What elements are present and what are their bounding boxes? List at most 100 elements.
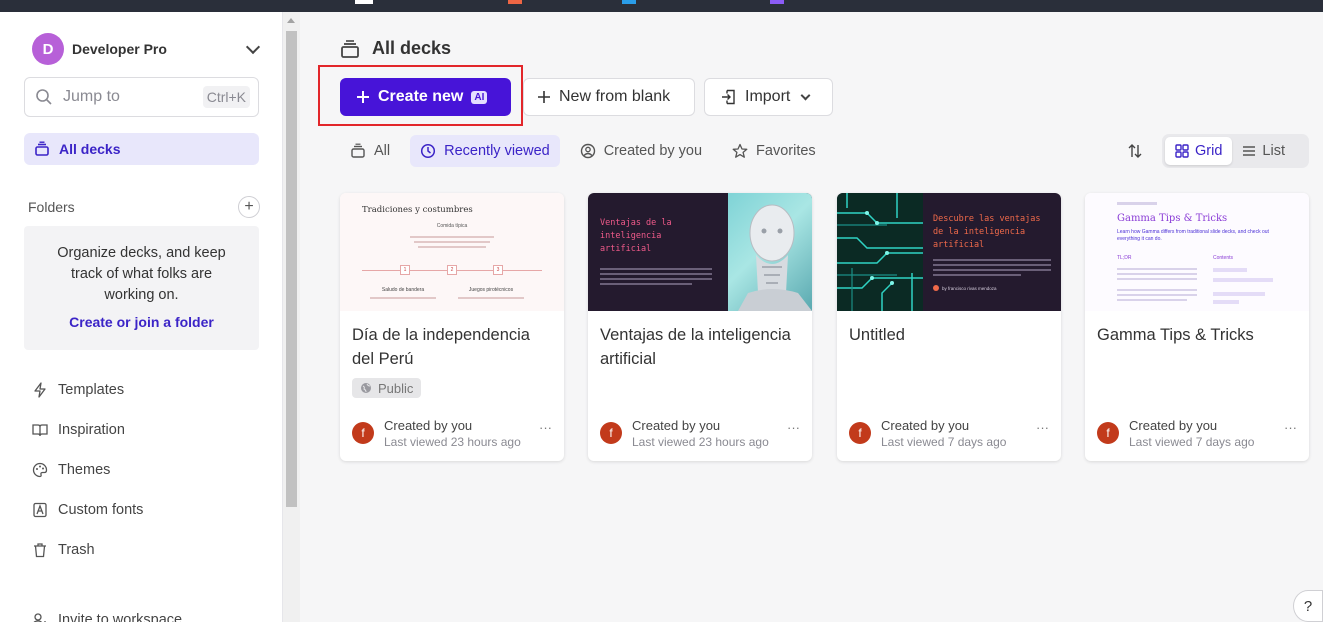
view-grid-button[interactable]: Grid: [1165, 137, 1233, 165]
last-viewed: Last viewed 7 days ago: [881, 434, 1007, 449]
add-folder-button[interactable]: +: [238, 196, 260, 218]
decks-icon: [35, 141, 49, 156]
star-icon: [732, 143, 748, 158]
create-folder-link[interactable]: Create or join a folder: [24, 314, 259, 330]
filter-label: All: [374, 143, 391, 159]
robot-image: [728, 193, 812, 311]
folders-label: Folders: [28, 199, 75, 215]
view-list-button[interactable]: List: [1232, 137, 1295, 165]
sidebar-item-label: Inspiration: [58, 422, 125, 438]
sidebar-item-inspiration[interactable]: Inspiration: [32, 419, 125, 441]
book-icon: [32, 424, 48, 437]
more-options-icon[interactable]: ···: [1036, 420, 1049, 435]
deck-card[interactable]: Gamma Tips & Tricks Learn how Gamma diff…: [1085, 193, 1309, 461]
sidebar-item-label: Templates: [58, 382, 125, 398]
deck-footer: f Created by you Last viewed 23 hours ag…: [600, 416, 800, 450]
last-viewed: Last viewed 7 days ago: [1129, 434, 1255, 449]
plus-icon: [538, 91, 550, 103]
avatar: f: [849, 422, 871, 444]
public-badge: Public: [352, 378, 422, 398]
page-title-text: All decks: [372, 38, 452, 58]
import-button[interactable]: Import: [704, 78, 833, 116]
help-button[interactable]: ?: [1293, 590, 1323, 622]
thumb-contents-list: [1213, 265, 1277, 308]
thumb-heading: Gamma Tips & Tricks: [1117, 213, 1228, 224]
search-placeholder: Jump to: [63, 88, 120, 105]
badge-label: Public: [378, 380, 414, 396]
thumb-paragraph-lines: [933, 256, 1051, 279]
filter-all[interactable]: All: [340, 135, 400, 167]
more-options-icon[interactable]: ···: [1284, 420, 1297, 435]
deck-footer: f Created by you Last viewed 7 days ago …: [849, 416, 1049, 450]
thumb-step: 3: [493, 265, 503, 275]
decks-icon: [351, 143, 365, 158]
list-icon: [1243, 146, 1256, 156]
view-list-label: List: [1262, 143, 1285, 159]
sidebar-item-templates[interactable]: Templates: [32, 379, 124, 401]
thumb-heading: Ventajas de la inteligencia artificial: [600, 218, 672, 254]
new-from-blank-button[interactable]: New from blank: [523, 78, 695, 116]
palette-icon: [32, 462, 48, 478]
sidebar-scrollbar[interactable]: [283, 12, 300, 622]
deck-card[interactable]: Descubre las ventajas de la inteligencia…: [837, 193, 1061, 461]
thumb-col-title: Saludo de bandera: [381, 287, 425, 293]
grid-icon: [1175, 144, 1189, 158]
page-title: All decks: [340, 38, 451, 59]
filter-recently-viewed[interactable]: Recently viewed: [410, 135, 560, 167]
avatar: f: [352, 422, 374, 444]
filter-label: Recently viewed: [444, 143, 550, 159]
deck-footer: f Created by you Last viewed 23 hours ag…: [352, 416, 552, 450]
sidebar-item-trash[interactable]: Trash: [32, 539, 95, 561]
sidebar-item-themes[interactable]: Themes: [32, 459, 110, 481]
thumb-line: [370, 297, 436, 299]
workspace-name: Developer Pro: [72, 41, 167, 57]
sidebar-item-invite[interactable]: Invite to workspace: [32, 609, 182, 622]
thumb-heading: Tradiciones y costumbres: [362, 205, 473, 215]
filter-created-by-you[interactable]: Created by you: [570, 135, 712, 167]
scroll-up-arrow[interactable]: [287, 18, 295, 23]
search-icon: [36, 89, 52, 105]
deck-thumbnail: Descubre las ventajas de la inteligencia…: [837, 193, 1061, 311]
last-viewed: Last viewed 23 hours ago: [384, 434, 521, 449]
chevron-down-icon: [245, 39, 261, 55]
sidebar: D Developer Pro Jump to Ctrl+K All decks…: [0, 12, 283, 622]
thumb-author: by francisco rivas mendoza: [933, 285, 997, 291]
filter-favorites[interactable]: Favorites: [722, 135, 826, 167]
create-new-button[interactable]: Create new AI: [340, 78, 511, 116]
more-options-icon[interactable]: ···: [539, 420, 552, 435]
thumb-paragraph-lines: [1117, 265, 1197, 304]
jump-to-search[interactable]: Jump to Ctrl+K: [24, 77, 259, 117]
scrollbar-thumb[interactable]: [286, 31, 297, 507]
more-options-icon[interactable]: ···: [787, 420, 800, 435]
thumb-line: [1117, 202, 1157, 205]
deck-card[interactable]: Ventajas de la inteligencia artificial V…: [588, 193, 812, 461]
created-by: Created by you: [632, 417, 721, 433]
circuit-image: [837, 193, 923, 311]
user-circle-icon: [580, 143, 595, 159]
folders-empty-text: Organize decks, and keep track of what f…: [57, 245, 226, 303]
sidebar-item-label: Themes: [58, 462, 111, 478]
view-grid-label: Grid: [1195, 143, 1223, 159]
import-label: Import: [745, 88, 791, 105]
thumb-step: 1: [400, 265, 410, 275]
thumb-col-title: Contents: [1213, 255, 1234, 261]
clock-icon: [421, 143, 436, 159]
bolt-icon: [34, 382, 46, 398]
thumb-subheading: Comida típica: [436, 223, 468, 229]
sort-icon[interactable]: [1128, 143, 1142, 164]
filter-label: Created by you: [603, 143, 703, 159]
deck-meta: Created by you Last viewed 7 days ago: [881, 417, 1036, 450]
folders-empty-state: Organize decks, and keep track of what f…: [24, 226, 259, 350]
deck-card[interactable]: Tradiciones y costumbres Comida típica 1…: [340, 193, 564, 461]
thumb-col-title: Juegos pirotécnicos: [468, 287, 514, 293]
thumb-heading: Descubre las ventajas de la inteligencia…: [933, 214, 1041, 250]
sidebar-item-all-decks[interactable]: All decks: [24, 133, 259, 165]
add-user-icon: [33, 613, 46, 622]
globe-icon: [361, 383, 371, 393]
shortcut-hint: Ctrl+K: [202, 86, 250, 108]
trash-icon: [34, 543, 46, 558]
workspace-switcher[interactable]: D Developer Pro: [32, 33, 264, 65]
deck-thumbnail: Tradiciones y costumbres Comida típica 1…: [340, 193, 564, 311]
sidebar-item-custom-fonts[interactable]: Custom fonts: [32, 499, 143, 521]
import-icon: [722, 89, 735, 105]
